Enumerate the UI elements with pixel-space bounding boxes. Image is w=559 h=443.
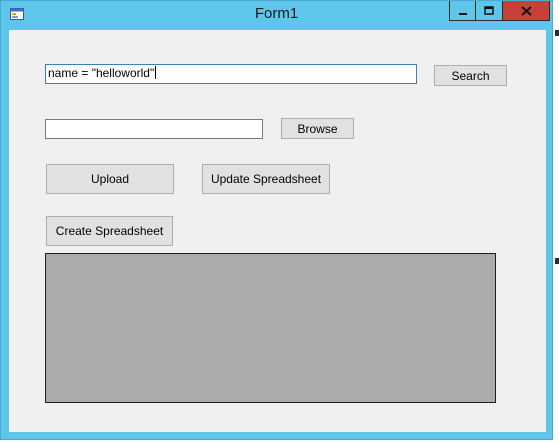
- close-icon: [520, 5, 532, 16]
- edge-mark: [555, 30, 559, 36]
- search-button[interactable]: Search: [434, 65, 507, 86]
- content-panel: [45, 253, 496, 403]
- maximize-icon: [484, 5, 494, 15]
- browse-button[interactable]: Browse: [281, 118, 354, 139]
- title-bar[interactable]: Form1: [1, 1, 552, 29]
- text-caret: [155, 66, 157, 79]
- form-client-area: name = "helloworld" Search Browse Upload…: [9, 30, 546, 432]
- file-path-input[interactable]: [45, 119, 263, 139]
- edge-mark: [555, 258, 559, 264]
- search-input-value: name = "helloworld": [48, 66, 155, 80]
- create-spreadsheet-button[interactable]: Create Spreadsheet: [46, 216, 173, 246]
- search-input[interactable]: name = "helloworld": [45, 64, 417, 84]
- maximize-button[interactable]: [476, 1, 503, 21]
- update-spreadsheet-button[interactable]: Update Spreadsheet: [202, 164, 330, 194]
- close-button[interactable]: [503, 1, 550, 21]
- minimize-button[interactable]: [449, 1, 476, 21]
- upload-button[interactable]: Upload: [46, 164, 174, 194]
- minimize-icon: [458, 12, 467, 15]
- form1-window: Form1 name = "helloworld" Search Browse …: [0, 0, 553, 440]
- background-edge: [553, 0, 559, 443]
